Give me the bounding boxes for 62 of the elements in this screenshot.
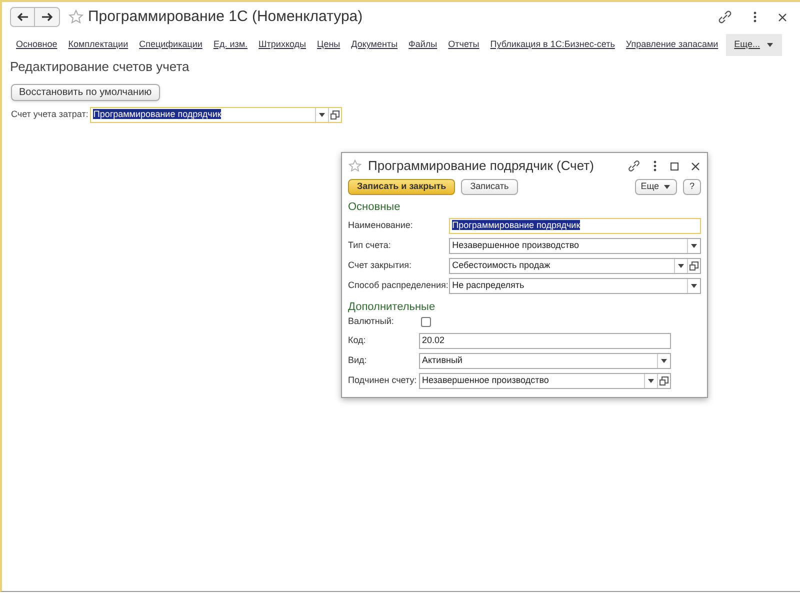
field-label: Счет закрытия: [348,259,412,272]
caret-icon[interactable] [690,243,698,249]
field-label: Код: [348,334,367,347]
tab-link[interactable]: Файлы [408,38,438,52]
caret-icon [663,184,671,190]
close-icon[interactable] [777,12,788,22]
field-label: Подчинен счету: [348,374,418,387]
field-label: Способ распределения: [348,279,450,292]
open-icon[interactable] [659,376,669,386]
help-button[interactable]: ? [683,179,701,195]
open-icon[interactable] [330,110,340,120]
tab-link[interactable]: Основное [16,38,58,52]
link-icon[interactable] [627,159,641,173]
menu-icon[interactable] [753,10,757,24]
dropdown-field[interactable]: Активный [419,352,671,368]
dropdown-field[interactable]: Не распределять [449,278,701,294]
field-label: Валютный: [348,315,395,328]
field-label: Тип счета: [348,239,392,252]
back-arrow-icon [16,12,28,22]
open-icon[interactable] [689,261,699,271]
tab-link[interactable]: Публикация в 1С:Бизнес-сеть [490,38,615,52]
tab-link[interactable]: Спецификации [139,38,202,52]
caret-icon[interactable] [318,112,326,118]
tab-link[interactable]: Ед. изм. [213,38,248,52]
checkbox[interactable] [421,317,431,327]
maximize-icon[interactable] [670,162,679,170]
link-icon[interactable] [717,9,733,25]
dropdown-field[interactable]: Незавершенное производство [419,372,671,388]
tab-link[interactable]: Отчеты [448,38,480,52]
input-field[interactable]: 20.02 [419,332,671,348]
save-button[interactable]: Записать [461,179,518,195]
more-button[interactable]: Еще [634,179,677,195]
tab-link[interactable]: Документы [351,38,398,52]
star-icon[interactable] [348,159,362,173]
dialog-title: Программирование подрядчик (Счет) [368,157,594,176]
tab-link[interactable]: Управление запасами [626,38,718,52]
tab-link[interactable]: Комплектации [68,38,128,52]
field-label: Счет учета затрат: [11,108,88,121]
star-icon[interactable] [68,9,84,25]
field-label: Вид: [348,354,368,367]
caret-icon[interactable] [660,358,668,364]
more-menu-button[interactable]: Еще... [726,34,782,56]
caret-icon[interactable] [690,283,698,289]
field-label: Наименование: [348,219,414,232]
close-icon[interactable] [690,160,701,172]
section-title: Редактирование счетов учета [9,58,190,76]
caret-icon[interactable] [677,263,685,269]
window-title: Программирование 1С (Номенклатура) [88,6,363,27]
menu-icon[interactable] [653,159,657,173]
save-and-close-button[interactable]: Записать и закрыть [348,179,456,195]
group-title: Основные [348,200,402,215]
group-title: Дополнительные [348,300,436,314]
forward-arrow-icon [41,12,53,22]
dropdown-field[interactable]: Программирование подрядчик [90,106,342,122]
caret-icon [766,42,774,48]
dropdown-field[interactable]: Себестоимость продаж [449,258,701,274]
caret-icon[interactable] [647,378,655,384]
dropdown-field[interactable]: Незавершенное производство [449,238,701,254]
input-field[interactable]: Программирование подрядчик [449,218,701,234]
tab-link[interactable]: Цены [317,38,340,52]
restore-button[interactable]: Восстановить по умолчанию [11,84,160,100]
tab-link[interactable]: Штрихкоды [258,38,306,52]
